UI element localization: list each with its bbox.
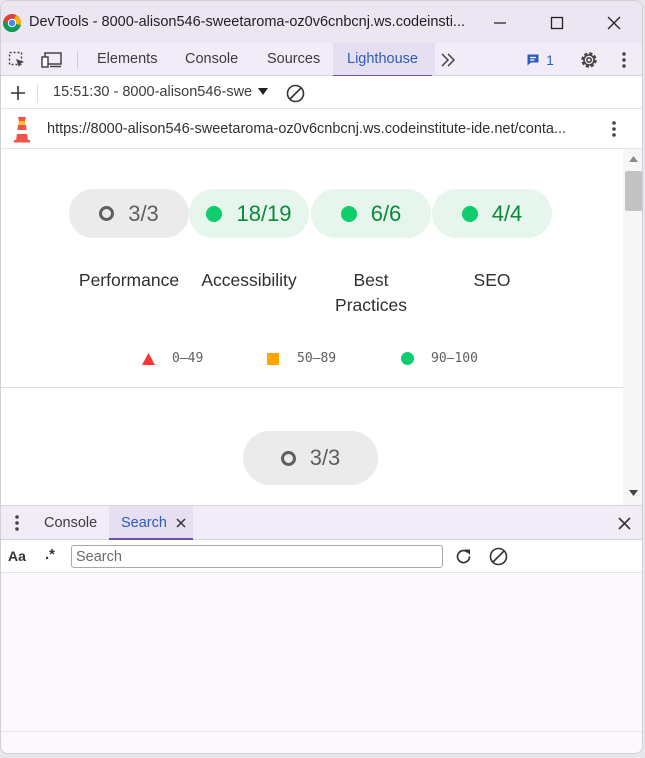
issues-button[interactable]: 1 (523, 50, 557, 70)
chevron-double-right-icon (441, 53, 456, 67)
toolbar-divider (37, 84, 38, 102)
block-icon (286, 84, 304, 102)
drawer-menu-button[interactable] (7, 512, 27, 534)
score-gauge-best-practices[interactable]: 6/6 (311, 189, 431, 238)
neutral-ring-icon (280, 450, 296, 466)
neutral-ring-icon (99, 206, 115, 221)
report-select[interactable]: 15:51:30 - 8000-alison546-swe (49, 76, 271, 109)
more-tabs-button[interactable] (437, 49, 459, 71)
score-gauge-seo[interactable]: 4/4 (432, 189, 552, 238)
new-report-button[interactable] (7, 82, 29, 104)
tab-sources[interactable]: Sources (267, 43, 320, 76)
legend-pass-range: 90–100 (431, 351, 478, 366)
drawer-tab-search[interactable]: Search (109, 506, 193, 540)
fail-triangle-icon (142, 353, 155, 365)
search-status-bar (1, 731, 642, 753)
settings-button[interactable] (577, 48, 601, 72)
minimize-button[interactable] (485, 9, 515, 37)
section-divider (1, 387, 623, 388)
report-menu-button[interactable] (603, 118, 625, 140)
score-value: 18/19 (236, 200, 292, 226)
report-select-value: 15:51:30 - 8000-alison546-swe (53, 84, 253, 100)
report-scrollbar[interactable] (623, 149, 642, 505)
devtools-window: DevTools - 8000-alison546-sweetaroma-oz0… (0, 0, 643, 754)
clear-search-button[interactable] (487, 545, 509, 567)
close-drawer-button[interactable] (613, 513, 635, 533)
issues-count: 1 (546, 52, 554, 68)
category-label-best-practices: Best Practices (311, 268, 431, 318)
pass-dot-icon (340, 205, 357, 222)
match-case-toggle[interactable]: Aa (8, 548, 26, 564)
refresh-icon (456, 549, 470, 563)
pass-dot-icon (206, 205, 223, 222)
report-url[interactable]: https://8000-alison546-sweetaroma-oz0v6c… (47, 121, 587, 137)
kebab-menu-icon (612, 121, 616, 137)
scroll-up-arrow-icon[interactable] (629, 156, 638, 162)
customize-menu-button[interactable] (613, 48, 635, 72)
drawer-tab-search-label: Search (121, 515, 167, 531)
category-label-line: Best (353, 270, 389, 290)
search-results-panel (1, 573, 642, 731)
pass-dot-icon (461, 205, 478, 222)
block-icon (489, 547, 507, 565)
kebab-menu-icon (622, 52, 626, 68)
score-value: 4/4 (491, 200, 523, 226)
category-label-performance: Performance (78, 270, 180, 290)
legend-average-range: 50–89 (297, 351, 337, 366)
tab-lighthouse[interactable]: Lighthouse (333, 43, 432, 77)
search-toolbar: Aa .* (1, 540, 642, 573)
device-toolbar-button[interactable] (39, 49, 65, 71)
drawer-tab-bar: Console Search (1, 505, 642, 540)
lighthouse-report: 3/3 18/19 6/6 4/4 Performance Accessibil… (1, 149, 623, 505)
inspect-element-button[interactable] (5, 49, 29, 71)
close-window-button[interactable] (599, 9, 629, 37)
refresh-search-button[interactable] (452, 545, 474, 567)
scroll-down-arrow-icon[interactable] (629, 490, 638, 496)
chrome-logo-icon (3, 14, 21, 32)
search-input[interactable] (71, 545, 443, 568)
close-icon (617, 516, 631, 530)
issues-message-icon (527, 54, 539, 66)
kebab-menu-icon (15, 515, 19, 531)
category-label-line: Practices (335, 295, 407, 315)
tab-console[interactable]: Console (185, 43, 238, 76)
gear-icon (581, 52, 597, 68)
scrollbar-thumb[interactable] (625, 171, 642, 211)
title-bar: DevTools - 8000-alison546-sweetaroma-oz0… (1, 1, 642, 43)
category-label-accessibility: Accessibility (201, 270, 297, 290)
maximize-icon (550, 16, 564, 30)
clear-reports-button[interactable] (284, 82, 306, 104)
score-value: 6/6 (370, 200, 402, 226)
caret-down-icon (258, 88, 268, 95)
pass-circle-icon (401, 352, 414, 365)
inspect-icon (8, 51, 24, 67)
drawer-tab-console[interactable]: Console (44, 506, 97, 540)
average-square-icon (267, 353, 279, 365)
minimize-icon (494, 22, 506, 24)
legend-fail-range: 0–49 (172, 351, 204, 366)
score-gauge-accessibility[interactable]: 18/19 (189, 189, 309, 238)
device-toggle-icon (41, 52, 62, 68)
report-url-bar: https://8000-alison546-sweetaroma-oz0v6c… (1, 109, 642, 149)
window-title: DevTools - 8000-alison546-sweetaroma-oz0… (29, 14, 466, 30)
regex-toggle[interactable]: .* (45, 546, 55, 563)
tab-elements[interactable]: Elements (97, 43, 157, 76)
close-icon (607, 16, 621, 30)
lighthouse-report-bar: 15:51:30 - 8000-alison546-swe (1, 76, 642, 109)
score-gauge-performance[interactable]: 3/3 (69, 189, 189, 238)
toolbar-divider (77, 51, 78, 69)
close-tab-icon[interactable] (176, 518, 186, 528)
maximize-button[interactable] (542, 9, 572, 37)
devtools-tab-bar: Elements Console Sources Lighthouse 1 (1, 43, 642, 77)
section-score-gauge-performance[interactable]: 3/3 (243, 431, 378, 485)
score-value: 3/3 (128, 200, 159, 226)
category-label-seo: SEO (473, 270, 511, 290)
score-value: 3/3 (309, 445, 341, 470)
lighthouse-logo-icon (14, 117, 30, 143)
plus-icon (11, 86, 25, 100)
